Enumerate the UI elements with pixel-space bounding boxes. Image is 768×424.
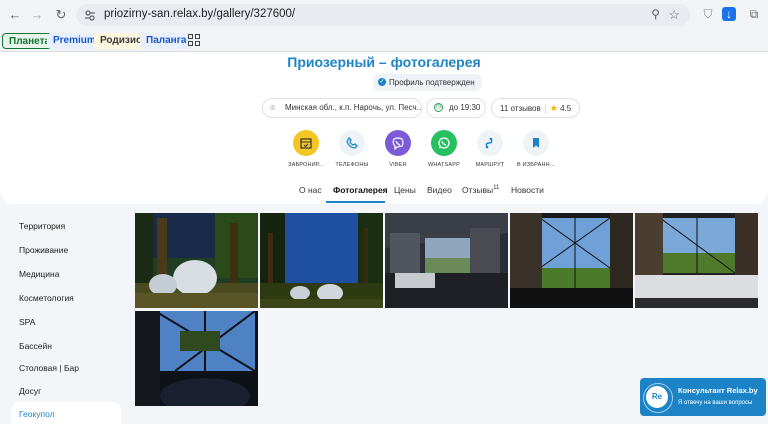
gallery-photo[interactable]: [260, 213, 383, 308]
sidebar-item-leisure[interactable]: Досуг: [19, 386, 41, 396]
address-text: Минская обл., к.п. Нарочь, ул. Песч...: [285, 103, 422, 112]
sidebar-item-pool[interactable]: Бассейн: [19, 341, 52, 351]
sanatorium-header: Приозерный – фотогалерея ✓ Профиль подтв…: [0, 52, 768, 204]
phones-button[interactable]: ТЕЛЕФОНЫ: [327, 130, 377, 168]
gallery-category-sidebar: Территория Проживание Медицина Косметоло…: [0, 211, 130, 424]
route-label: МАРШРУТ: [475, 162, 505, 168]
zoom-icon[interactable]: ⚲: [651, 7, 660, 21]
viber-label: VIBER: [389, 162, 407, 168]
viber-icon: [385, 130, 411, 156]
avatar: Re: [643, 383, 673, 413]
phones-label: ТЕЛЕФОНЫ: [335, 162, 369, 168]
calendar-icon: [293, 130, 319, 156]
bookmark-icon: [523, 130, 549, 156]
viber-button[interactable]: VIBER: [373, 130, 423, 168]
chat-subtitle: Я отвечу на ваши вопросы: [678, 400, 753, 406]
browser-toolbar: ← → ↻ priozirny-san.relax.by/gallery/327…: [0, 0, 768, 30]
sidebar-item-dining[interactable]: Столовая | Бар: [19, 363, 79, 373]
gallery-photo[interactable]: [635, 213, 758, 308]
active-tab-indicator: [326, 201, 385, 203]
forward-icon[interactable]: →: [28, 6, 46, 24]
route-button[interactable]: МАРШРУТ: [465, 130, 515, 168]
tab-news[interactable]: Новости: [511, 185, 544, 195]
gallery-photo[interactable]: [135, 213, 258, 308]
reviews-count-badge: 11: [493, 185, 500, 192]
location-pin-icon: ⌾: [270, 103, 276, 113]
hours-text: до 19:30: [449, 103, 481, 112]
gallery-photo[interactable]: [385, 213, 508, 308]
reviews-count: 11 отзывов: [500, 104, 541, 113]
shield-extension-icon[interactable]: ⛉: [700, 6, 716, 22]
gallery-photo[interactable]: [510, 213, 633, 308]
verified-badge: ✓ Профиль подтвержден: [373, 74, 482, 91]
address-pill[interactable]: ⌾ Минская обл., к.п. Нарочь, ул. Песч...: [262, 98, 422, 118]
favorites-label: В ИЗБРАНН...: [517, 162, 555, 168]
tab-gallery[interactable]: Фотогалерея: [333, 185, 388, 195]
phone-icon: [339, 130, 365, 156]
reload-icon[interactable]: ↻: [52, 6, 70, 24]
route-icon: [477, 130, 503, 156]
verified-label: Профиль подтвержден: [389, 78, 475, 87]
star-icon: ★: [549, 103, 558, 113]
rating-value: 4.5: [560, 104, 572, 113]
consultant-chat-widget[interactable]: Re Консультант Relax.by Я отвечу на ваши…: [640, 378, 766, 416]
tab-reviews[interactable]: Отзывы11: [462, 185, 499, 195]
address-bar[interactable]: priozirny-san.relax.by/gallery/327600/ ⚲…: [76, 4, 690, 26]
whatsapp-button[interactable]: WHATSAPP: [419, 130, 469, 168]
chat-title: Консультант Relax.by: [678, 386, 758, 395]
download-extension-icon[interactable]: ↓: [722, 7, 736, 21]
hours-pill[interactable]: ◷ до 19:30: [426, 98, 486, 118]
sidebar-item-territory[interactable]: Территория: [19, 221, 65, 231]
url-text[interactable]: priozirny-san.relax.by/gallery/327600/: [104, 8, 295, 20]
book-button[interactable]: ЗАБРОНИР...: [281, 130, 331, 168]
sidebar-item-medicine[interactable]: Медицина: [19, 269, 59, 279]
apps-grid-icon[interactable]: [188, 34, 200, 46]
check-icon: ✓: [378, 78, 386, 86]
reviews-rating-pill[interactable]: 11 отзывов ★ 4.5: [491, 98, 580, 118]
favorites-button[interactable]: В ИЗБРАНН...: [511, 130, 561, 168]
sidebar-item-cosmetology[interactable]: Косметология: [19, 293, 74, 303]
gallery-photo[interactable]: [135, 311, 258, 406]
bookmark-star-icon[interactable]: ☆: [668, 7, 680, 23]
page-title: Приозерный – фотогалерея: [287, 54, 481, 70]
sidebar-item-geodome[interactable]: Геокупол: [19, 409, 55, 419]
bookmarks-bar: Планета Premium Родизио Паланга: [0, 30, 768, 52]
site-info-icon[interactable]: [84, 9, 96, 21]
sidebar-item-spa[interactable]: SPA: [19, 317, 35, 327]
clock-icon: ◷: [434, 103, 443, 112]
back-icon[interactable]: ←: [6, 6, 24, 24]
tab-video[interactable]: Видео: [427, 185, 452, 195]
extensions-puzzle-icon[interactable]: ⧉: [746, 6, 762, 22]
whatsapp-icon: [431, 130, 457, 156]
tab-reviews-label: Отзывы: [462, 185, 494, 195]
sidebar-item-accommodation[interactable]: Проживание: [19, 245, 68, 255]
tab-prices[interactable]: Цены: [394, 185, 416, 195]
whatsapp-label: WHATSAPP: [427, 162, 461, 168]
book-label: ЗАБРОНИР...: [288, 162, 324, 168]
bookmark-palanga[interactable]: Паланга: [140, 33, 193, 49]
tab-about[interactable]: О нас: [299, 185, 322, 195]
